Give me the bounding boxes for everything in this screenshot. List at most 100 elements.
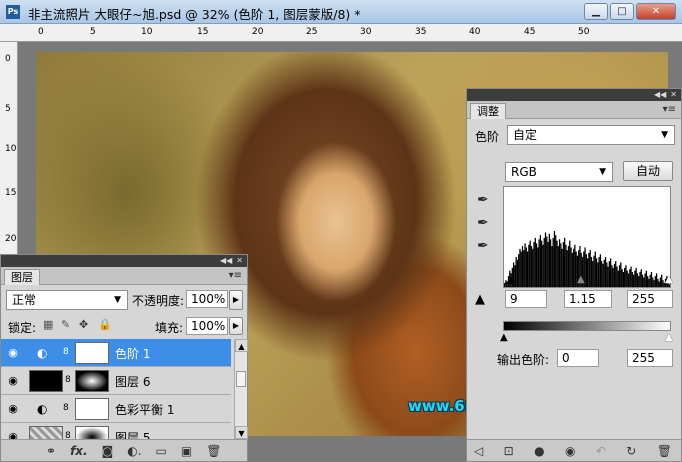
output-white-field[interactable]: 255 [627,349,673,367]
tab-adjustments[interactable]: 调整 [470,103,506,119]
white-eyedropper-icon[interactable]: ✒ [477,238,489,254]
output-white-slider[interactable]: ▲ [665,333,673,343]
scroll-up-icon[interactable]: ▲ [235,339,248,352]
visibility-eye-icon[interactable]: ◉ [565,444,575,458]
fill-field[interactable]: 100% [186,317,228,335]
clip-warning-icon[interactable]: ▲ [475,292,485,307]
clip-to-layer-icon[interactable]: ● [534,444,544,458]
new-layer-icon[interactable]: ▣ [181,444,192,458]
input-gamma-slider[interactable]: ▲ [577,275,585,285]
eye-icon[interactable]: ◉ [5,374,21,388]
opacity-slider-button[interactable]: ▶ [229,290,243,310]
layer-row[interactable]: ◉ ◐ 8 色彩平衡 1 [1,395,231,423]
input-gamma-field[interactable]: 1.15 [564,290,612,308]
photoshop-app-icon: Ps [6,5,20,19]
eye-icon[interactable]: ◉ [5,430,21,439]
lock-move-icon[interactable]: ✥ [79,318,88,331]
collapse-icon[interactable]: ◀◀ [220,257,232,265]
blend-mode-select[interactable]: 正常 ▼ [6,290,128,310]
layer-row[interactable]: ◉ 8 图层 5 [1,423,231,439]
close-button[interactable]: ✕ [636,3,676,20]
layer-name: 色阶 1 [115,347,151,361]
histogram-bar [601,261,603,287]
fx-icon[interactable]: fx. [70,444,88,458]
auto-button[interactable]: 自动 [623,161,673,181]
histogram-bar [661,274,663,287]
channel-select[interactable]: RGB ▼ [505,162,613,182]
ruler-tick: 35 [415,27,427,37]
preset-select[interactable]: 自定 ▼ [507,125,675,145]
layer-mask-thumbnail[interactable] [75,342,109,364]
output-black-field[interactable]: 0 [557,349,599,367]
levels-histogram [503,186,671,288]
chain-icon[interactable]: 8 [65,431,71,439]
ruler-top[interactable]: 0 5 10 15 20 25 30 35 40 45 50 [0,24,682,42]
window-titlebar: Ps 非主流照片 大眼仔~旭.psd @ 32% (色阶 1, 图层蒙版/8) … [0,0,682,24]
histogram-bar [620,262,622,287]
histogram-bar [629,269,631,287]
fill-slider-button[interactable]: ▶ [229,317,243,335]
layer-mask-thumbnail[interactable] [75,398,109,420]
close-panel-icon[interactable]: ✕ [670,91,677,99]
reset-icon[interactable]: ↻ [626,444,636,458]
close-panel-icon[interactable]: ✕ [236,257,243,265]
link-icon[interactable]: ⚭ [46,444,56,458]
histogram-bar [618,265,621,287]
scroll-thumb[interactable] [236,371,246,387]
layer-thumbnail[interactable] [29,370,63,392]
lock-all-icon[interactable]: 🔒 [98,318,112,331]
histogram-bar [626,270,628,287]
adjustment-icon[interactable]: ◐. [127,444,141,458]
input-black-field[interactable]: 9 [505,290,547,308]
panel-menu-icon[interactable]: ▾≡ [663,104,676,115]
layer-row[interactable]: ◉ ◐ 8 色阶 1 [1,339,231,367]
minimize-button[interactable]: ▁ [584,3,608,20]
group-icon[interactable]: ▭ [156,444,167,458]
layers-scrollbar[interactable]: ▲ ▼ [234,339,248,439]
previous-state-icon[interactable]: ↶ [596,444,606,458]
chain-icon[interactable]: 8 [63,347,69,357]
back-arrow-icon[interactable]: ◁ [474,444,483,458]
gray-eyedropper-icon[interactable]: ✒ [477,215,489,231]
layer-mask-thumbnail[interactable] [75,426,109,439]
histogram-bar [541,240,543,287]
chain-icon[interactable]: 8 [63,403,69,413]
fill-label: 填充: [155,321,184,335]
output-black-slider[interactable]: ▲ [500,333,508,343]
input-white-slider[interactable]: ▲ [665,275,673,285]
expand-view-icon[interactable]: ⊡ [504,444,514,458]
lock-transparent-icon[interactable]: ▦ [43,318,53,331]
mask-icon[interactable]: ◙ [102,444,114,458]
delete-adjustment-icon[interactable]: 🗑 [657,444,672,458]
input-white-field[interactable]: 255 [627,290,673,308]
input-black-slider[interactable]: ▲ [507,275,515,285]
histogram-bar [556,240,558,287]
opacity-field[interactable]: 100% [186,290,228,308]
panel-menu-icon[interactable]: ▾≡ [229,270,242,281]
eye-icon[interactable]: ◉ [5,346,21,360]
collapse-icon[interactable]: ◀◀ [654,91,666,99]
histogram-bar [565,244,567,287]
panel-collapse-strip[interactable]: ◀◀ ✕ [467,89,681,101]
histogram-bar [650,272,653,287]
panel-collapse-strip[interactable]: ◀◀ ✕ [1,255,247,267]
scroll-down-icon[interactable]: ▼ [235,426,248,439]
layer-mask-thumbnail[interactable] [75,370,109,392]
histogram-bar [599,254,602,287]
trash-icon[interactable]: 🗑 [206,444,221,458]
histogram-bar [539,235,542,287]
lock-brush-icon[interactable]: ✎ [61,318,70,331]
histogram-bar [560,243,562,287]
ruler-tick: 40 [469,27,481,37]
layer-thumbnail[interactable] [29,426,63,439]
maximize-button[interactable]: □ [610,3,634,20]
layer-row[interactable]: ◉ 8 图层 6 [1,367,231,395]
histogram-bar [604,257,607,287]
eye-icon[interactable]: ◉ [5,402,21,416]
black-eyedropper-icon[interactable]: ✒ [477,192,489,208]
tab-layers[interactable]: 图层 [4,269,40,285]
histogram-bar [523,250,525,287]
chain-icon[interactable]: 8 [65,375,71,385]
layer-name: 图层 5 [115,431,151,439]
layers-tab-row: 图层 ▾≡ [1,267,247,285]
